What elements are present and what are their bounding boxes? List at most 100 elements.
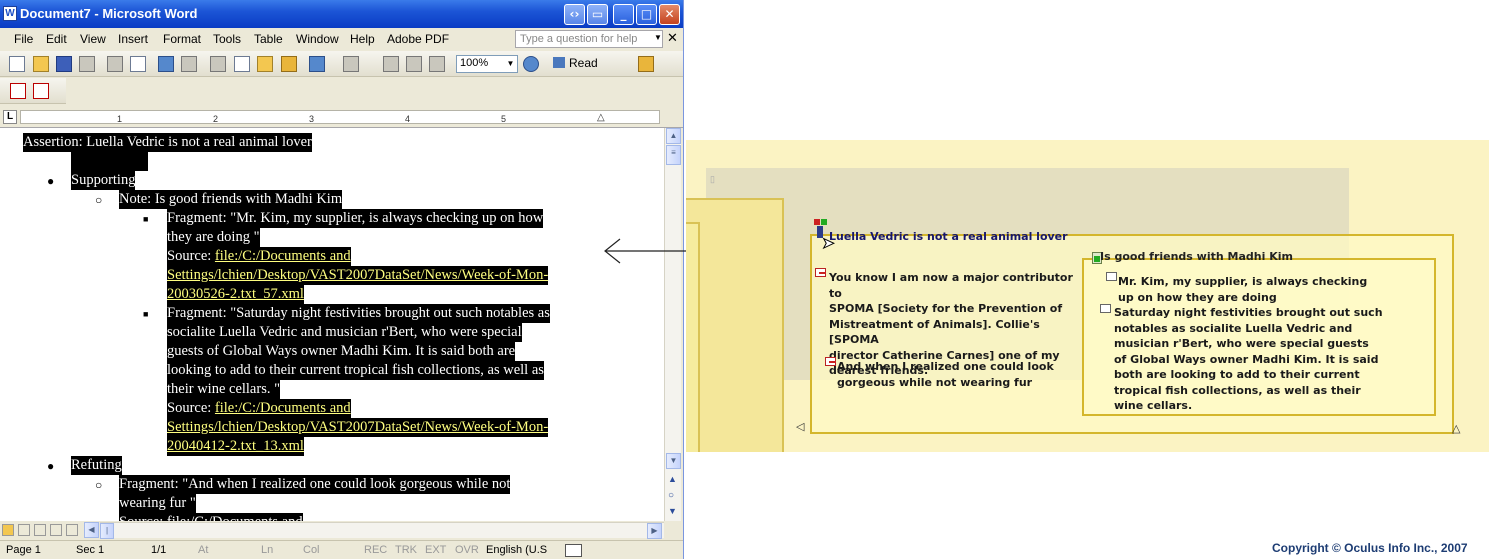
spelling-status-icon[interactable] <box>565 544 582 557</box>
fragment-line[interactable]: Fragment: "And when I realized one could… <box>119 475 511 494</box>
minimize-button[interactable]: _ <box>613 4 634 25</box>
new-document-icon[interactable] <box>9 56 25 72</box>
source-link[interactable]: file:/C:/Documents and <box>215 400 351 416</box>
copy-icon[interactable] <box>234 56 250 72</box>
menu-window[interactable]: Window <box>296 32 339 46</box>
document-page[interactable]: Assertion: Luella Vedric is not a real a… <box>0 128 664 521</box>
scroll-thumb[interactable]: ≡ <box>666 145 681 165</box>
fragment-b[interactable]: And when I realized one could look gorge… <box>837 359 1067 390</box>
fragment-line[interactable]: they are doing " <box>167 228 260 247</box>
expand-corner-icon[interactable]: △ <box>1452 422 1460 435</box>
scroll-right-icon[interactable]: ▶ <box>647 523 662 539</box>
save-icon[interactable] <box>56 56 72 72</box>
reading-view-icon[interactable] <box>66 524 78 536</box>
menu-file[interactable]: File <box>14 32 33 46</box>
note-title[interactable]: Is good friends with Madhi Kim <box>1100 250 1293 263</box>
source-link[interactable]: Settings/lchien/Desktop/VAST2007DataSet/… <box>167 266 549 285</box>
fragment-line[interactable]: wearing fur " <box>119 494 196 513</box>
previous-page-icon[interactable]: ▲ <box>668 474 677 484</box>
note-line[interactable]: Note: Is good friends with Madhi Kim <box>119 190 343 209</box>
horizontal-scrollbar[interactable]: | ▶ <box>100 522 664 539</box>
maximize-button[interactable]: □ <box>636 4 657 25</box>
collapse-left-icon[interactable]: ◁ <box>796 420 804 433</box>
tables-icon[interactable] <box>406 56 422 72</box>
source-line[interactable]: Source: file:/C:/Documents and <box>167 247 351 266</box>
fragment-line[interactable]: Fragment: "Mr. Kim, my supplier, is alwa… <box>167 209 544 228</box>
print-icon[interactable] <box>107 56 123 72</box>
right-indent-marker-icon[interactable]: △ <box>597 112 605 123</box>
scroll-thumb[interactable]: | <box>100 523 114 539</box>
help-icon[interactable] <box>523 56 539 72</box>
pane-icon[interactable]: ▭ <box>587 4 608 25</box>
source-link-part[interactable]: Settings/lchien/Desktop/VAST2007DataSet/… <box>167 267 548 283</box>
title-bar[interactable]: W Document7 - Microsoft Word ‹› ▭ _ □ ✕ <box>0 0 683 28</box>
scroll-up-icon[interactable]: ▲ <box>666 128 681 144</box>
fragment-icon[interactable] <box>1106 272 1117 281</box>
scroll-left-icon[interactable]: ◀ <box>84 522 99 538</box>
close-button[interactable]: ✕ <box>659 4 680 25</box>
status-rec[interactable]: REC <box>364 544 387 556</box>
format-painter-icon[interactable] <box>281 56 297 72</box>
note-fragment-1[interactable]: Mr. Kim, my supplier, is always checking… <box>1118 274 1418 305</box>
note-fragment-2[interactable]: Saturday night festivities brought out s… <box>1114 305 1424 414</box>
menu-adobe-pdf[interactable]: Adobe PDF <box>387 32 449 46</box>
undo-icon[interactable] <box>309 56 325 72</box>
convert-to-pdf-icon[interactable] <box>10 83 26 99</box>
cut-icon[interactable] <box>210 56 226 72</box>
print-preview-icon[interactable] <box>130 56 146 72</box>
vertical-scrollbar[interactable]: ▲ ≡ ▼ ▲ ○ ▼ <box>664 128 681 521</box>
fragment-icon[interactable] <box>825 357 836 366</box>
fragment-line[interactable]: looking to add to their current tropical… <box>167 361 544 380</box>
next-page-icon[interactable]: ▼ <box>668 506 677 516</box>
research-icon[interactable] <box>181 56 197 72</box>
assertion-line[interactable]: Assertion: Luella Vedric is not a real a… <box>23 133 312 152</box>
source-link[interactable]: 20030526-2.txt_57.xml <box>167 285 304 304</box>
menu-insert[interactable]: Insert <box>118 32 148 46</box>
source-link[interactable]: file:/C:/Documents and <box>215 248 351 264</box>
tab-selector-icon[interactable]: L <box>3 110 17 124</box>
spelling-icon[interactable] <box>158 56 174 72</box>
scroll-down-icon[interactable]: ▼ <box>666 453 681 469</box>
print-view-icon[interactable] <box>34 524 46 536</box>
status-trk[interactable]: TRK <box>395 544 417 556</box>
menu-format[interactable]: Format <box>163 32 201 46</box>
outline-view-icon[interactable] <box>50 524 62 536</box>
web-view-icon[interactable] <box>18 524 30 536</box>
help-search-input[interactable]: Type a question for help <box>515 30 663 48</box>
refuting-heading[interactable]: Refuting <box>71 456 122 475</box>
status-ext[interactable]: EXT <box>425 544 446 556</box>
fragment-line[interactable]: guests of Global Ways owner Madhi Kim. I… <box>167 342 516 361</box>
supporting-heading[interactable]: Supporting <box>71 171 136 190</box>
help-dropdown-icon[interactable]: ▼ <box>654 33 662 42</box>
fragment-line[interactable]: Fragment: "Saturday night festivities br… <box>167 304 550 323</box>
menu-edit[interactable]: Edit <box>46 32 67 46</box>
fragment-line[interactable]: their wine cellars. " <box>167 380 281 399</box>
chevron-down-icon[interactable]: ▼ <box>505 57 516 71</box>
spelling-grammar-icon[interactable] <box>638 56 654 72</box>
source-link[interactable]: Settings/lchien/Desktop/VAST2007DataSet/… <box>167 418 549 437</box>
ruler-strip[interactable]: 1 2 3 4 5 △ <box>20 110 660 124</box>
source-line[interactable]: Source: file:/C:/Documents and <box>119 513 303 521</box>
fragment-icon[interactable] <box>1100 304 1111 313</box>
redo-icon[interactable] <box>343 56 359 72</box>
source-link[interactable]: 20040412-2.txt_13.xml <box>167 437 304 456</box>
permission-icon[interactable] <box>79 56 95 72</box>
menu-help[interactable]: Help <box>350 32 375 46</box>
close-document-icon[interactable]: ✕ <box>667 30 678 46</box>
assertion-title[interactable]: Luella Vedric is not a real animal lover <box>829 230 1068 243</box>
paste-icon[interactable] <box>257 56 273 72</box>
open-icon[interactable] <box>33 56 49 72</box>
note-box[interactable]: Is good friends with Madhi Kim Mr. Kim, … <box>1082 250 1436 416</box>
menu-table[interactable]: Table <box>254 32 283 46</box>
source-link-part[interactable]: 20040412-2.txt_13.xml <box>167 438 304 454</box>
visualization-canvas[interactable]: ▯ ➤ Luella Vedric is not a real animal l… <box>686 140 1489 452</box>
read-button[interactable]: Read <box>553 56 598 70</box>
source-link-part[interactable]: 20030526-2.txt_57.xml <box>167 286 304 302</box>
status-ovr[interactable]: OVR <box>455 544 479 556</box>
source-link-part[interactable]: Settings/lchien/Desktop/VAST2007DataSet/… <box>167 419 548 435</box>
source-line[interactable]: Source: file:/C:/Documents and <box>167 399 351 418</box>
menu-view[interactable]: View <box>80 32 106 46</box>
menu-tools[interactable]: Tools <box>213 32 241 46</box>
word-app-icon[interactable]: W <box>3 6 17 21</box>
columns-icon[interactable] <box>429 56 445 72</box>
